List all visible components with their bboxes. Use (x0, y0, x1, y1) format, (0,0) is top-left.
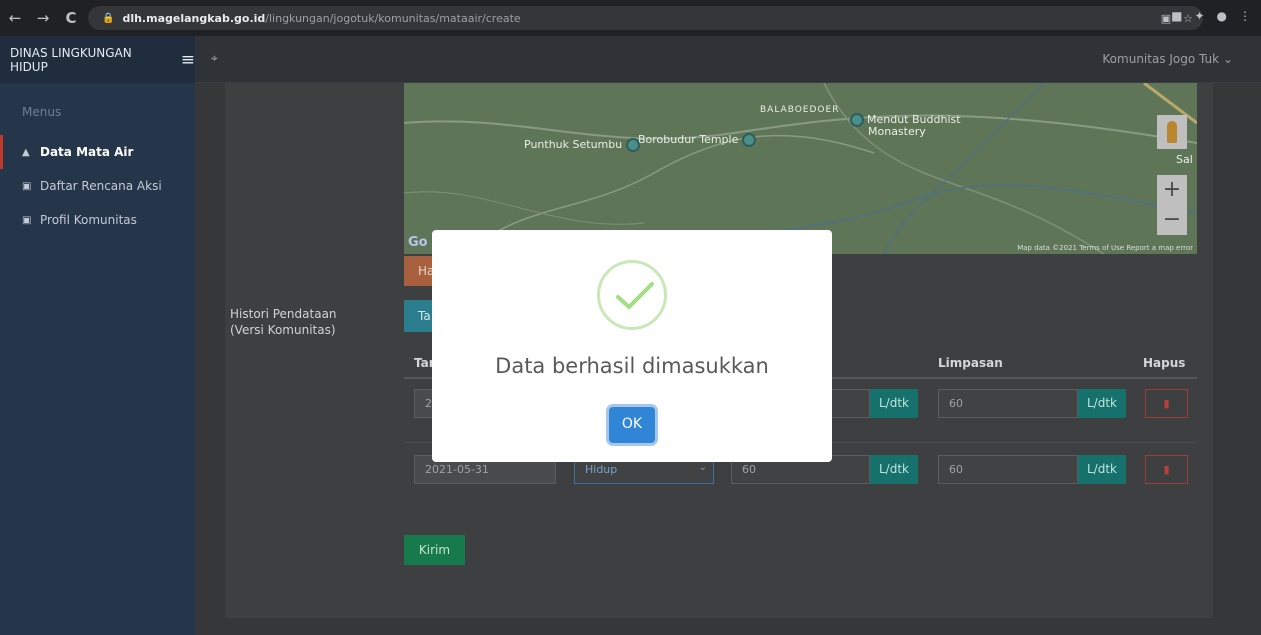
column-header-limpasan: Limpasan (938, 356, 1003, 370)
google-map[interactable]: BALABOEDOER Mendut Buddhist Monastery Bo… (404, 83, 1197, 254)
map-label: Sal (1176, 153, 1193, 166)
reload-icon[interactable]: C (64, 9, 78, 27)
sidebar-item-label: Data Mata Air (40, 145, 134, 159)
top-bar: ⌖ Komunitas Jogo Tuk ⌄ (195, 36, 1261, 83)
profile-avatar-icon[interactable]: ● (1217, 9, 1227, 23)
histori-label: Histori Pendataan (Versi Komunitas) (230, 307, 337, 337)
delete-row-button[interactable]: ▮ (1145, 455, 1188, 484)
sidebar-item-daftar-rencana-aksi[interactable]: ▣ Daftar Rencana Aksi (0, 169, 195, 203)
map-label: BALABOEDOER (760, 105, 840, 115)
unit-addon: L/dtk (1078, 455, 1126, 484)
url-host: dlh.magelangkab.go.id (122, 11, 266, 25)
extension-icon[interactable]: ■ (1171, 9, 1182, 23)
delete-row-button[interactable]: ▮ (1145, 389, 1188, 418)
sidebar-item-label: Profil Komunitas (40, 213, 137, 227)
chevron-down-icon: ⌄ (698, 462, 707, 473)
unit-addon: L/dtk (870, 455, 918, 484)
google-logo: Go (408, 235, 428, 250)
lock-icon: 🔒 (102, 12, 115, 24)
ok-button[interactable]: OK (609, 407, 655, 443)
trash-icon: ▮ (1163, 397, 1170, 410)
back-arrow-icon[interactable]: ← (8, 9, 22, 27)
limpasan-field[interactable]: 60 (938, 389, 1078, 418)
map-attribution: Map data ©2021 Terms of Use Report a map… (1017, 244, 1193, 252)
sidebar-item-profil-komunitas[interactable]: ▣ Profil Komunitas (0, 203, 195, 237)
brand-title: DINAS LINGKUNGAN HIDUP (10, 45, 132, 74)
sidebar-item-label: Daftar Rencana Aksi (40, 179, 162, 193)
sidebar-item-data-mata-air[interactable]: ▲ Data Mata Air (0, 135, 195, 169)
dialog-title: Data berhasil dimasukkan (495, 354, 769, 378)
submit-button[interactable]: Kirim (404, 535, 465, 565)
group-icon: ▣ (22, 180, 32, 192)
map-label: Monastery (868, 125, 926, 138)
browser-toolbar: ← → C 🔒 dlh.magelangkab.go.id /lingkunga… (0, 0, 1261, 36)
success-dialog: Data berhasil dimasukkan OK (432, 230, 832, 462)
trash-icon: ▮ (1163, 463, 1170, 476)
user-menu[interactable]: Komunitas Jogo Tuk ⌄ (1102, 52, 1233, 66)
menus-label: Menus (22, 105, 62, 119)
map-place-punthuk[interactable]: Punthuk Setumbu (524, 138, 643, 152)
sidebar-header: DINAS LINGKUNGAN HIDUP ≡ (0, 36, 195, 83)
menu-dots-icon[interactable]: ⋮ (1239, 9, 1251, 23)
limpasan-field[interactable]: 60 (938, 455, 1078, 484)
group-icon: ▣ (22, 214, 32, 226)
translate-icon[interactable]: ▣ (1161, 12, 1171, 25)
puzzle-icon[interactable]: ✦ (1194, 9, 1204, 23)
street-view-pegman-icon[interactable] (1157, 115, 1187, 149)
unit-addon: L/dtk (1078, 389, 1126, 418)
water-drop-icon: ▲ (22, 146, 30, 158)
url-path: /lingkungan/jogotuk/komunitas/mataair/cr… (265, 11, 521, 25)
forward-arrow-icon[interactable]: → (36, 9, 50, 27)
sidebar: DINAS LINGKUNGAN HIDUP ≡ Menus ▲ Data Ma… (0, 36, 195, 635)
fullscreen-icon[interactable]: ⌖ (211, 51, 218, 66)
hamburger-menu-icon[interactable]: ≡ (181, 50, 195, 70)
address-bar[interactable]: 🔒 dlh.magelangkab.go.id /lingkungan/jogo… (88, 6, 1203, 30)
column-header-hapus: Hapus (1143, 356, 1186, 370)
unit-addon: L/dtk (870, 389, 918, 418)
success-check-icon (597, 260, 667, 330)
zoom-in-button[interactable]: + (1157, 175, 1187, 205)
map-place-borobudur[interactable]: Borobudur Temple (638, 133, 759, 147)
zoom-out-button[interactable]: − (1157, 205, 1187, 235)
